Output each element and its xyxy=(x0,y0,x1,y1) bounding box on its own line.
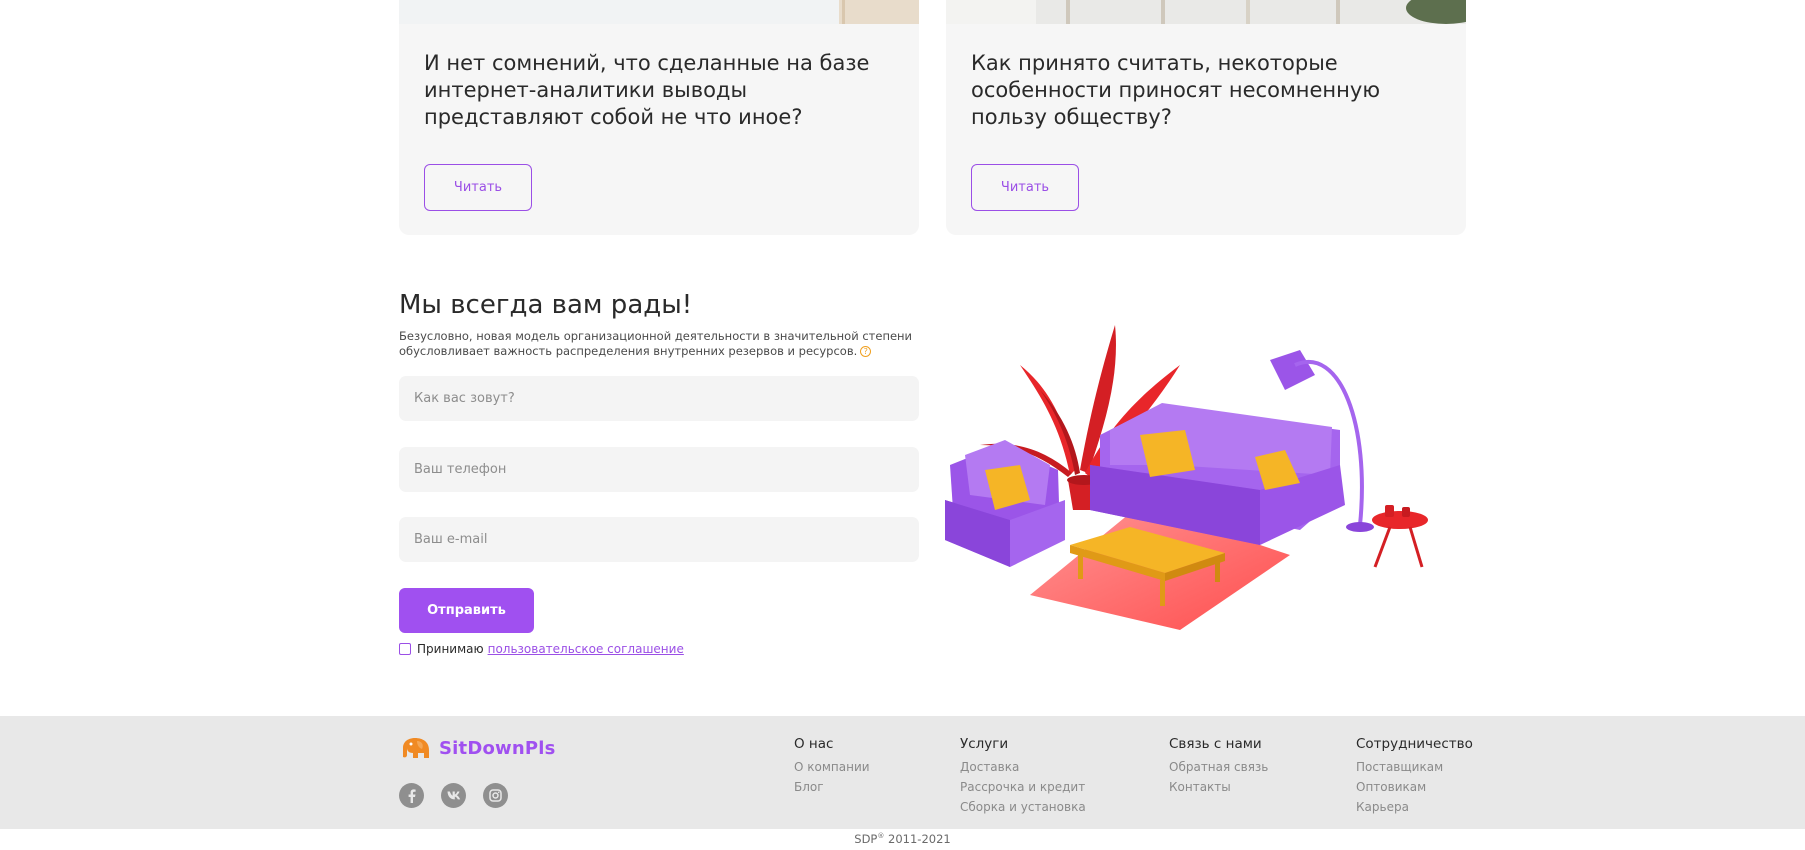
elephant-logo-icon xyxy=(403,738,429,758)
agreement-link[interactable]: пользовательское соглашение xyxy=(488,642,684,656)
submit-button[interactable]: Отправить xyxy=(399,588,534,633)
facebook-icon[interactable] xyxy=(399,783,424,808)
logo[interactable]: SitDownPls xyxy=(399,736,556,760)
copyright-prefix: SDP xyxy=(854,832,878,846)
article-title: Как принято считать, некоторые особеннос… xyxy=(971,51,1380,129)
form-description: Безусловно, новая модель организационной… xyxy=(399,329,919,359)
footer-column-services: Услуги Доставка Рассрочка и кредит Сборк… xyxy=(960,736,1086,817)
read-button[interactable]: Читать xyxy=(971,164,1079,211)
footer-link[interactable]: Рассрочка и кредит xyxy=(960,777,1086,797)
footer-column-title: Связь с нами xyxy=(1169,736,1262,752)
agreement-row: Принимаю пользовательское соглашение xyxy=(399,642,684,656)
agreement-label: Принимаю xyxy=(417,642,484,656)
footer: SitDownPls О нас О компании Блог Услуги … xyxy=(0,716,1805,829)
help-icon[interactable]: ? xyxy=(860,346,872,357)
footer-link[interactable]: Сборка и установка xyxy=(960,797,1086,817)
footer-link[interactable]: Блог xyxy=(794,777,870,797)
footer-column-contact: Связь с нами Обратная связь Контакты xyxy=(1169,736,1268,797)
form-description-text: Безусловно, новая модель организационной… xyxy=(399,329,913,358)
read-button[interactable]: Читать xyxy=(424,164,532,211)
footer-column-about: О нас О компании Блог xyxy=(794,736,870,797)
footer-link[interactable]: Поставщикам xyxy=(1356,757,1473,777)
vk-icon[interactable] xyxy=(441,783,466,808)
footer-link[interactable]: Оптовикам xyxy=(1356,777,1473,797)
article-title: И нет сомнений, что сделанные на базе ин… xyxy=(424,51,870,129)
copyright-years: 2011-2021 xyxy=(884,832,951,846)
page: И нет сомнений, что сделанные на базе ин… xyxy=(0,0,1805,850)
footer-link[interactable]: Обратная связь xyxy=(1169,757,1268,777)
agreement-checkbox[interactable] xyxy=(399,643,411,655)
footer-column-partnership: Сотрудничество Поставщикам Оптовикам Кар… xyxy=(1356,736,1473,817)
footer-column-title: Сотрудничество xyxy=(1356,736,1473,752)
side-table-icon xyxy=(1372,505,1428,568)
article-card: Как принято считать, некоторые особеннос… xyxy=(946,0,1466,235)
copyright: SDP® 2011-2021 xyxy=(0,832,1805,846)
social-links xyxy=(399,783,508,808)
form-title: Мы всегда вам рады! xyxy=(399,290,693,320)
email-input[interactable] xyxy=(399,517,919,562)
name-input[interactable] xyxy=(399,376,919,421)
footer-link[interactable]: Доставка xyxy=(960,757,1086,777)
article-image xyxy=(946,0,1466,24)
article-image xyxy=(399,0,919,24)
article-card: И нет сомнений, что сделанные на базе ин… xyxy=(399,0,919,235)
footer-column-title: О нас xyxy=(794,736,834,752)
furniture-illustration xyxy=(945,325,1428,630)
footer-column-title: Услуги xyxy=(960,736,1009,752)
footer-link[interactable]: Карьера xyxy=(1356,797,1473,817)
instagram-icon[interactable] xyxy=(483,783,508,808)
footer-link[interactable]: О компании xyxy=(794,757,870,777)
logo-text: SitDownPls xyxy=(439,737,556,759)
phone-input[interactable] xyxy=(399,447,919,492)
footer-link[interactable]: Контакты xyxy=(1169,777,1268,797)
